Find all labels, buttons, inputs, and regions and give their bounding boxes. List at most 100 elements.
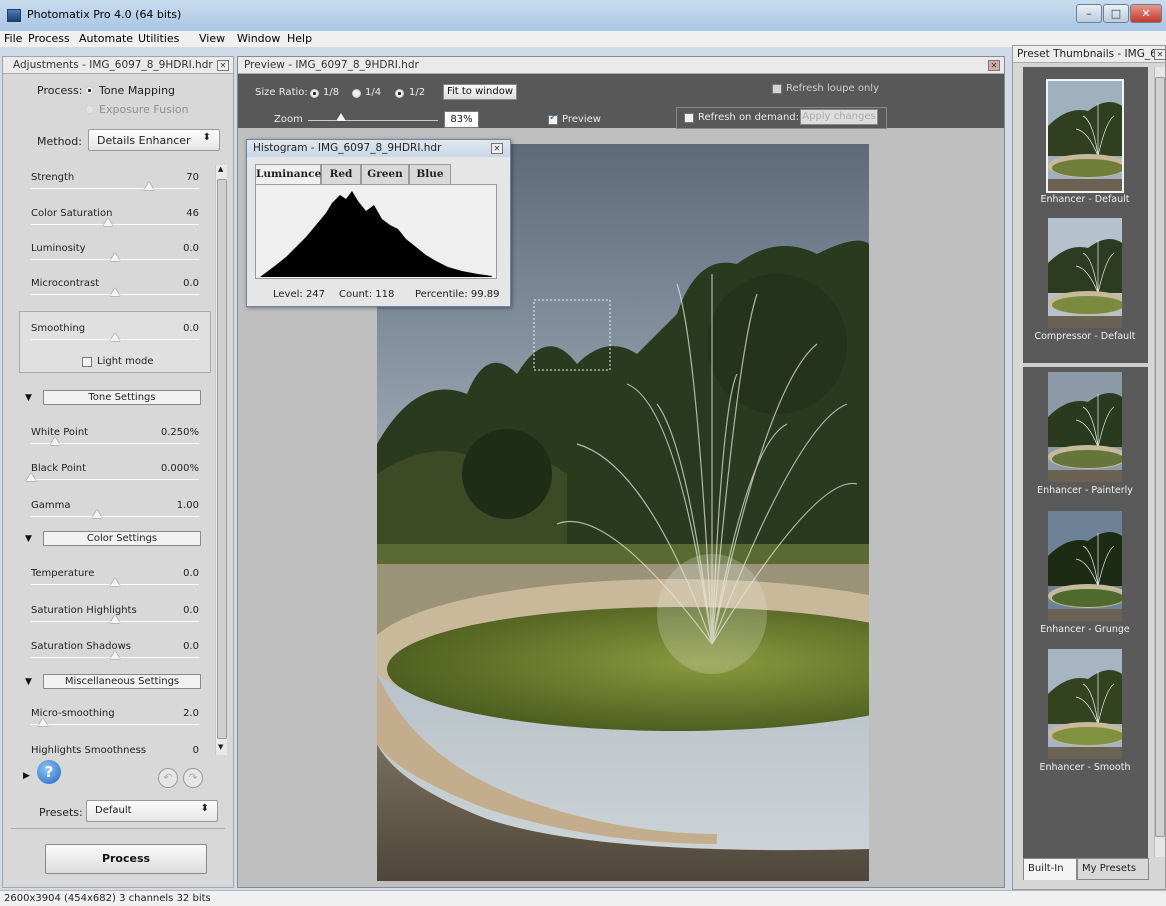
menu-automate[interactable]: Automate xyxy=(79,32,133,45)
zoom-slider-track[interactable] xyxy=(308,120,438,121)
color-saturation-label: Color Saturation xyxy=(31,208,113,219)
scroll-down-icon[interactable]: ▼ xyxy=(218,743,223,751)
histogram-title: Histogram - IMG_6097_8_9HDRI.hdr xyxy=(253,142,442,154)
adjustments-scrollbar[interactable]: ▲ ▼ xyxy=(215,165,227,755)
tab-red[interactable]: Red xyxy=(321,164,361,184)
radio-ratio-1-8[interactable] xyxy=(310,88,319,101)
white-point-value: 0.250% xyxy=(160,427,199,438)
close-icon[interactable]: ✕ xyxy=(217,60,229,71)
method-dropdown[interactable]: Details Enhancer ⬍ xyxy=(88,129,220,151)
scroll-up-icon[interactable]: ▲ xyxy=(218,165,223,173)
preset-preview-image xyxy=(1048,218,1122,328)
exposure-fusion-label: Exposure Fusion xyxy=(99,103,189,116)
saturation-highlights-slider-thumb[interactable] xyxy=(110,615,120,623)
zoom-value-field[interactable]: 83% xyxy=(444,111,479,128)
radio-ratio-1-4[interactable] xyxy=(352,88,361,101)
black-point-slider-track[interactable] xyxy=(31,479,199,480)
gamma-slider-thumb[interactable] xyxy=(91,510,102,518)
color-settings-button[interactable]: Color Settings xyxy=(43,531,201,546)
micro-smoothing-slider-track[interactable] xyxy=(31,724,199,725)
menu-window[interactable]: Window xyxy=(237,32,280,45)
misc-settings-toggle-icon[interactable]: ▼ xyxy=(25,677,32,687)
microcontrast-label: Microcontrast xyxy=(31,278,100,289)
preset-caption: Compressor - Default xyxy=(1034,331,1136,342)
minimize-button[interactable]: – xyxy=(1076,4,1102,23)
refresh-on-demand-checkbox[interactable] xyxy=(684,113,694,123)
zoom-slider-thumb[interactable] xyxy=(335,113,346,121)
process-button[interactable]: Process xyxy=(45,844,207,874)
tab-green[interactable]: Green xyxy=(361,164,409,184)
close-icon[interactable]: ✕ xyxy=(988,60,1000,71)
preset-thumbnail[interactable]: Enhancer - Painterly xyxy=(1031,372,1139,496)
temperature-slider-thumb[interactable] xyxy=(110,578,120,586)
gamma-slider-track[interactable] xyxy=(31,516,199,517)
process-label: Process: xyxy=(37,84,83,97)
preview-title: Preview - IMG_6097_8_9HDRI.hdr xyxy=(244,59,419,71)
close-icon[interactable]: ✕ xyxy=(1154,49,1166,60)
highlights-smoothness-value: 0 xyxy=(192,745,199,756)
smoothing-slider-thumb[interactable] xyxy=(110,333,120,341)
radio-ratio-1-2[interactable] xyxy=(395,88,404,101)
strength-slider-track[interactable] xyxy=(31,188,199,189)
color-saturation-slider-thumb[interactable] xyxy=(103,218,114,226)
preset-thumbnail[interactable]: Enhancer - Smooth xyxy=(1031,649,1139,773)
tone-settings-button[interactable]: Tone Settings xyxy=(43,390,201,405)
presets-dropdown[interactable]: Default ⬍ xyxy=(86,800,218,822)
smoothing-label: Smoothing xyxy=(31,323,86,334)
method-value: Details Enhancer xyxy=(97,134,191,147)
saturation-shadows-slider-thumb[interactable] xyxy=(110,651,120,659)
help-icon[interactable]: ? xyxy=(37,760,61,784)
dropdown-arrows-icon: ⬍ xyxy=(202,132,211,143)
menu-file[interactable]: File xyxy=(4,32,22,45)
black-point-slider-thumb[interactable] xyxy=(26,473,36,481)
radio-exposure-fusion[interactable] xyxy=(85,104,94,117)
menu-utilities[interactable]: Utilities xyxy=(138,32,179,45)
preset-thumbnail[interactable]: Enhancer - Default xyxy=(1031,79,1139,205)
expand-arrow-icon[interactable]: ▶ xyxy=(23,771,30,781)
gamma-label: Gamma xyxy=(31,500,71,511)
tab-my-presets[interactable]: My Presets xyxy=(1077,858,1149,880)
light-mode-checkbox[interactable] xyxy=(82,357,92,367)
tab-blue[interactable]: Blue xyxy=(409,164,451,184)
tone-settings-toggle-icon[interactable]: ▼ xyxy=(25,393,32,403)
redo-icon[interactable]: ↷ xyxy=(183,768,203,788)
close-button[interactable]: ✕ xyxy=(1130,4,1162,23)
color-saturation-value: 46 xyxy=(186,208,199,219)
menu-help[interactable]: Help xyxy=(287,32,312,45)
preset-thumbnail[interactable]: Enhancer - Grunge xyxy=(1031,511,1139,635)
close-icon[interactable]: ✕ xyxy=(491,143,503,154)
color-saturation-slider-track[interactable] xyxy=(31,224,199,225)
title-bar: Photomatix Pro 4.0 (64 bits) – □ ✕ xyxy=(0,0,1166,31)
scrollbar-thumb[interactable] xyxy=(1155,77,1165,837)
radio-tone-mapping[interactable] xyxy=(85,85,94,98)
light-mode-label: Light mode xyxy=(97,356,154,367)
color-settings-toggle-icon[interactable]: ▼ xyxy=(25,534,32,544)
histogram-percentile: Percentile: 99.89 xyxy=(415,289,500,300)
preset-thumbnails-title: Preset Thumbnails - IMG_6... xyxy=(1017,48,1165,60)
tab-luminance[interactable]: Luminance xyxy=(255,164,321,184)
micro-smoothing-slider-thumb[interactable] xyxy=(37,718,48,726)
apply-changes-button[interactable]: Apply changes xyxy=(800,109,878,125)
strength-value: 70 xyxy=(186,172,199,183)
scrollbar-thumb[interactable] xyxy=(217,179,227,739)
menu-process[interactable]: Process xyxy=(28,32,70,45)
misc-settings-button[interactable]: Miscellaneous Settings xyxy=(43,674,201,689)
histogram-count: Count: 118 xyxy=(339,289,395,300)
preset-thumbnails-panel: Preset Thumbnails - IMG_6... ✕ Enhancer … xyxy=(1012,45,1166,890)
preview-checkbox[interactable]: ✓ xyxy=(548,112,558,125)
black-point-label: Black Point xyxy=(31,463,87,474)
thumbnails-scrollbar[interactable] xyxy=(1154,67,1165,857)
microcontrast-slider-thumb[interactable] xyxy=(110,288,120,296)
refresh-loupe-checkbox[interactable] xyxy=(772,84,782,94)
menu-view[interactable]: View xyxy=(199,32,225,45)
undo-icon[interactable]: ↶ xyxy=(158,768,178,788)
luminosity-slider-thumb[interactable] xyxy=(110,253,120,261)
menu-bar: File Process Automate Utilities View Win… xyxy=(0,31,1166,47)
preset-thumbnail[interactable]: Compressor - Default xyxy=(1031,218,1139,342)
tab-built-in[interactable]: Built-In xyxy=(1023,858,1077,880)
adjustments-panel: Adjustments - IMG_6097_8_9HDRI.hdr ✕ Pro… xyxy=(2,56,234,888)
strength-slider-thumb[interactable] xyxy=(143,182,154,190)
maximize-button[interactable]: □ xyxy=(1103,4,1129,23)
fit-to-window-button[interactable]: Fit to window xyxy=(443,84,517,100)
white-point-slider-thumb[interactable] xyxy=(49,437,60,445)
